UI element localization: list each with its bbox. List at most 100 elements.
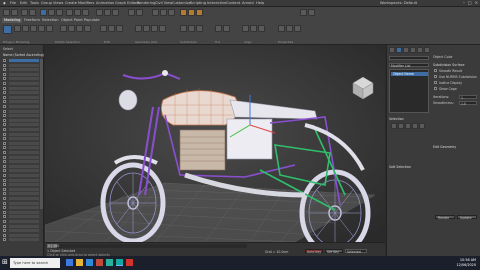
scene-object-row[interactable]	[9, 137, 39, 141]
rect-selection-icon[interactable]	[56, 9, 63, 16]
set-key-button[interactable]: Set Key	[325, 249, 343, 254]
menu-interactive[interactable]: Interactive	[207, 1, 226, 5]
object-visibility-toggle[interactable]	[3, 63, 6, 67]
3dsmax-taskbar-icon[interactable]	[116, 259, 123, 266]
object-visibility-toggle[interactable]	[3, 238, 6, 242]
scene-object-row[interactable]	[9, 233, 39, 237]
object-visibility-toggle[interactable]	[3, 114, 6, 118]
poly-level-icon[interactable]	[412, 123, 418, 129]
material-editor-icon[interactable]	[168, 9, 175, 16]
use-displacement-icon[interactable]	[196, 25, 203, 32]
scene-object-row[interactable]	[9, 160, 39, 164]
element-level-icon[interactable]	[419, 123, 425, 129]
scene-object-row[interactable]	[9, 109, 39, 113]
object-visibility-toggle[interactable]	[3, 192, 6, 196]
scene-object-row[interactable]	[9, 201, 39, 205]
link-icon[interactable]	[21, 9, 28, 16]
object-visibility-toggle[interactable]	[3, 220, 6, 223]
windows-start-icon[interactable]: ⊞	[2, 259, 8, 266]
vertex-level-icon[interactable]	[391, 123, 397, 129]
auto-key-button[interactable]: Auto Key	[305, 249, 323, 254]
object-visibility-toggle[interactable]	[3, 82, 6, 85]
border-level-icon[interactable]	[405, 123, 411, 129]
object-visibility-toggle[interactable]	[3, 160, 6, 164]
polygon-icon[interactable]	[38, 25, 45, 32]
object-visibility-toggle[interactable]	[3, 77, 6, 81]
scene-object-row[interactable]	[9, 123, 39, 127]
layer-icon[interactable]	[308, 9, 315, 16]
edit-geometry-rollout[interactable]: Edit Geometry	[433, 145, 456, 149]
retriangulate-icon[interactable]	[223, 25, 230, 32]
scene-object-row[interactable]	[9, 220, 39, 223]
object-visibility-toggle[interactable]	[3, 132, 6, 136]
object-visibility-toggle[interactable]	[3, 128, 6, 131]
list-scrollbar[interactable]	[40, 59, 43, 209]
scene-object-row[interactable]	[9, 183, 39, 187]
object-visibility-toggle[interactable]	[3, 233, 6, 237]
scene-object-row[interactable]	[9, 114, 39, 118]
tab-object-paint[interactable]: Object Paint	[59, 18, 85, 23]
column-header[interactable]: Name (Sorted Ascending)	[3, 53, 44, 57]
smooth-icon[interactable]	[294, 25, 301, 32]
scale-icon[interactable]	[82, 9, 89, 16]
modify-tab-icon[interactable]	[396, 47, 402, 53]
update-button[interactable]: Update	[457, 215, 477, 220]
scene-object-row[interactable]	[9, 141, 39, 145]
align-view-icon[interactable]	[242, 25, 249, 32]
time-slider-thumb[interactable]: 0 / 100	[47, 244, 59, 248]
hard-icon[interactable]	[286, 25, 293, 32]
maximize-icon[interactable]: □	[468, 0, 472, 6]
menu-civil-view[interactable]: Civil View	[155, 1, 172, 5]
menu-file[interactable]: File	[10, 1, 16, 5]
object-visibility-toggle[interactable]	[3, 95, 6, 99]
tab-populate[interactable]: Populate	[82, 18, 102, 23]
menu-animation[interactable]: Animation	[96, 1, 114, 5]
scene-object-row[interactable]	[9, 72, 39, 76]
scene-object-row[interactable]	[9, 197, 39, 200]
object-visibility-toggle[interactable]	[3, 229, 6, 233]
edge-level-icon[interactable]	[398, 123, 404, 129]
object-visibility-toggle[interactable]	[3, 59, 6, 62]
smoothness-field[interactable]: 1.0	[459, 101, 477, 106]
iterations-field[interactable]: 1	[459, 95, 477, 100]
curve-editor-icon[interactable]	[152, 9, 159, 16]
scene-object-row[interactable]	[9, 118, 39, 122]
scene-object-row[interactable]	[9, 215, 39, 219]
workspace-selector[interactable]: Workspaces: Default	[380, 1, 417, 5]
scene-object-row[interactable]	[9, 68, 39, 72]
object-visibility-toggle[interactable]	[3, 91, 6, 95]
element-icon[interactable]	[46, 25, 53, 32]
scene-object-row[interactable]	[9, 91, 39, 95]
angle-snap-icon[interactable]	[104, 9, 111, 16]
object-visibility-toggle[interactable]	[3, 215, 6, 219]
object-visibility-toggle[interactable]	[3, 137, 6, 141]
object-visibility-toggle[interactable]	[3, 187, 6, 191]
object-visibility-toggle[interactable]	[3, 151, 6, 154]
border-icon[interactable]	[30, 25, 37, 32]
menu-tools[interactable]: Tools	[30, 1, 39, 5]
object-visibility-toggle[interactable]	[3, 109, 6, 113]
object-visibility-toggle[interactable]	[3, 86, 6, 90]
redo-icon[interactable]	[11, 9, 18, 16]
menu-group[interactable]: Group	[41, 1, 52, 5]
shrink-icon[interactable]	[68, 25, 75, 32]
minimize-icon[interactable]: –	[463, 0, 465, 6]
create-tab-icon[interactable]	[389, 47, 395, 53]
scene-object-row[interactable]	[9, 95, 39, 99]
grow-icon[interactable]	[60, 25, 67, 32]
render-button[interactable]: Render	[435, 215, 455, 220]
close-icon[interactable]: ×	[475, 0, 478, 6]
edge-icon[interactable]	[22, 25, 29, 32]
object-visibility-toggle[interactable]	[3, 100, 6, 104]
ring-icon[interactable]	[84, 25, 91, 32]
scene-object-row[interactable]	[9, 132, 39, 136]
modifier-list-dropdown[interactable]: Modifier List	[389, 63, 429, 68]
relax-icon[interactable]	[135, 25, 142, 32]
scene-object-row[interactable]	[9, 105, 39, 108]
create-icon[interactable]	[143, 25, 150, 32]
triangulate-icon[interactable]	[215, 25, 222, 32]
scene-object-row[interactable]	[9, 210, 39, 214]
menu-views[interactable]: Views	[53, 1, 63, 5]
render-frame-icon[interactable]	[188, 9, 195, 16]
object-visibility-toggle[interactable]	[3, 174, 6, 177]
